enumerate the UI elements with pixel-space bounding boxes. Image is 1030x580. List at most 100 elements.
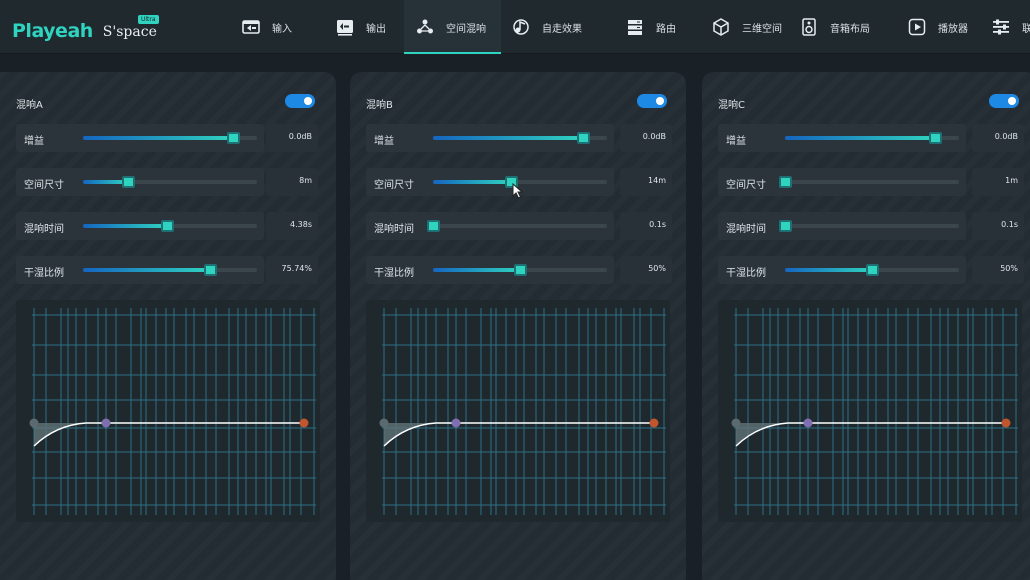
effect-icon xyxy=(510,16,532,38)
value-text: 50% xyxy=(648,264,666,273)
reverb-panel-a: 混响A 增益 0.0dB 空间尺寸 8m 混响时间 4.38s 干湿比例 75.… xyxy=(0,72,336,580)
param-row-gain: 增益 xyxy=(366,124,614,152)
param-label: 空间尺寸 xyxy=(374,180,414,191)
envelope-plot xyxy=(731,308,1018,515)
envelope-plot xyxy=(379,308,666,515)
room-size-value[interactable]: 14m xyxy=(620,168,672,196)
nav-label-output: 输出 xyxy=(366,23,386,35)
reverb-time-slider[interactable] xyxy=(83,220,257,232)
slider-thumb[interactable] xyxy=(928,132,942,144)
slider-thumb[interactable] xyxy=(779,220,792,232)
value-text: 0.1s xyxy=(649,220,666,229)
slider-thumb[interactable] xyxy=(204,264,218,276)
start-node[interactable] xyxy=(379,418,389,428)
routing-icon xyxy=(624,16,646,38)
dry-wet-value[interactable]: 50% xyxy=(972,256,1024,284)
slider-fill xyxy=(83,136,233,140)
param-row-reverb-time: 混响时间 xyxy=(718,212,966,240)
slider-thumb[interactable] xyxy=(779,176,792,188)
mid-node[interactable] xyxy=(101,418,111,428)
nav-item-input[interactable]: 输入 xyxy=(240,0,292,54)
param-row-dry-wet: 干湿比例 xyxy=(16,256,264,284)
slider-fill xyxy=(433,136,583,140)
nav-label-routing: 路由 xyxy=(656,23,676,35)
toggle-knob xyxy=(304,97,312,105)
param-label: 混响时间 xyxy=(726,224,766,235)
slider-thumb[interactable] xyxy=(514,264,527,276)
nav-item-output[interactable]: 输出 xyxy=(334,0,386,54)
param-label: 混响时间 xyxy=(374,224,414,235)
room-size-slider[interactable] xyxy=(83,176,257,188)
nav-label-input: 输入 xyxy=(272,23,292,35)
input-icon xyxy=(240,16,262,38)
param-row-gain: 增益 xyxy=(16,124,264,152)
value-text: 1m xyxy=(1005,176,1018,185)
gain-slider[interactable] xyxy=(433,132,607,144)
nav-item-routing[interactable]: 路由 xyxy=(624,0,676,54)
end-node[interactable] xyxy=(299,418,309,428)
value-text: 75.74% xyxy=(281,264,312,273)
gain-value[interactable]: 0.0dB xyxy=(266,124,318,152)
value-text: 8m xyxy=(299,176,312,185)
gain-slider[interactable] xyxy=(785,132,959,144)
room-size-slider[interactable] xyxy=(779,176,959,188)
enable-toggle[interactable] xyxy=(285,94,315,108)
nav-item-3d-space[interactable]: 三维空间 xyxy=(710,0,782,54)
enable-toggle[interactable] xyxy=(637,94,667,108)
nav-item-effect[interactable]: 自走效果 xyxy=(510,0,582,54)
slider-thumb[interactable] xyxy=(226,132,240,144)
dry-wet-value[interactable]: 75.74% xyxy=(266,256,318,284)
end-node[interactable] xyxy=(649,418,659,428)
slider-thumb[interactable] xyxy=(866,264,879,276)
nav-item-speaker-layout[interactable]: 音箱布局 xyxy=(798,0,870,54)
nav-item-reverb[interactable]: 空间混响 xyxy=(404,0,501,54)
reverb-envelope-graph[interactable] xyxy=(718,300,1022,522)
decay-area xyxy=(34,423,86,446)
gain-value[interactable]: 0.0dB xyxy=(620,124,672,152)
reverb-time-value[interactable]: 0.1s xyxy=(972,212,1024,240)
envelope-curve xyxy=(33,422,304,447)
start-node[interactable] xyxy=(731,418,741,428)
nav-item-player[interactable]: 播放器 xyxy=(906,0,968,54)
nav-label-speaker-layout: 音箱布局 xyxy=(830,23,870,35)
decay-area xyxy=(736,423,788,446)
reverb-time-slider[interactable] xyxy=(779,220,959,232)
dry-wet-slider[interactable] xyxy=(433,264,607,276)
nav-label-more: 联 xyxy=(1022,23,1030,35)
reverb-envelope-graph[interactable] xyxy=(16,300,320,522)
dry-wet-value[interactable]: 50% xyxy=(620,256,672,284)
cube-icon xyxy=(710,16,732,38)
reverb-envelope-graph[interactable] xyxy=(366,300,670,522)
slider-fill xyxy=(433,268,520,272)
envelope-plot xyxy=(29,308,316,515)
start-node[interactable] xyxy=(29,418,39,428)
slider-thumb[interactable] xyxy=(576,132,590,144)
gain-value[interactable]: 0.0dB xyxy=(972,124,1024,152)
dry-wet-slider[interactable] xyxy=(785,264,959,276)
param-row-room-size: 空间尺寸 xyxy=(16,168,264,196)
reverb-time-value[interactable]: 4.38s xyxy=(266,212,318,240)
param-label: 干湿比例 xyxy=(374,268,414,279)
mid-node[interactable] xyxy=(803,418,813,428)
gain-slider[interactable] xyxy=(83,132,257,144)
slider-thumb[interactable] xyxy=(160,220,174,232)
reverb-time-value[interactable]: 0.1s xyxy=(620,212,672,240)
slider-fill xyxy=(785,136,935,140)
enable-toggle[interactable] xyxy=(989,94,1019,108)
reverb-time-slider[interactable] xyxy=(427,220,607,232)
nav-item-more[interactable]: 联 xyxy=(990,0,1030,54)
room-size-value[interactable]: 1m xyxy=(972,168,1024,196)
room-size-value[interactable]: 8m xyxy=(266,168,318,196)
value-text: 14m xyxy=(648,176,666,185)
param-label: 增益 xyxy=(374,136,394,147)
value-text: 50% xyxy=(1000,264,1018,273)
mid-node[interactable] xyxy=(451,418,461,428)
slider-fill xyxy=(785,268,872,272)
slider-thumb[interactable] xyxy=(122,176,136,188)
param-label: 干湿比例 xyxy=(726,268,766,279)
dry-wet-slider[interactable] xyxy=(83,264,257,276)
slider-thumb[interactable] xyxy=(427,220,440,232)
main-nav: 输入 输出 空间混响 自走效果 路由 三维空间 音箱布局 播放器 联 xyxy=(0,0,1030,54)
reverb-icon xyxy=(414,16,436,38)
end-node[interactable] xyxy=(1001,418,1011,428)
